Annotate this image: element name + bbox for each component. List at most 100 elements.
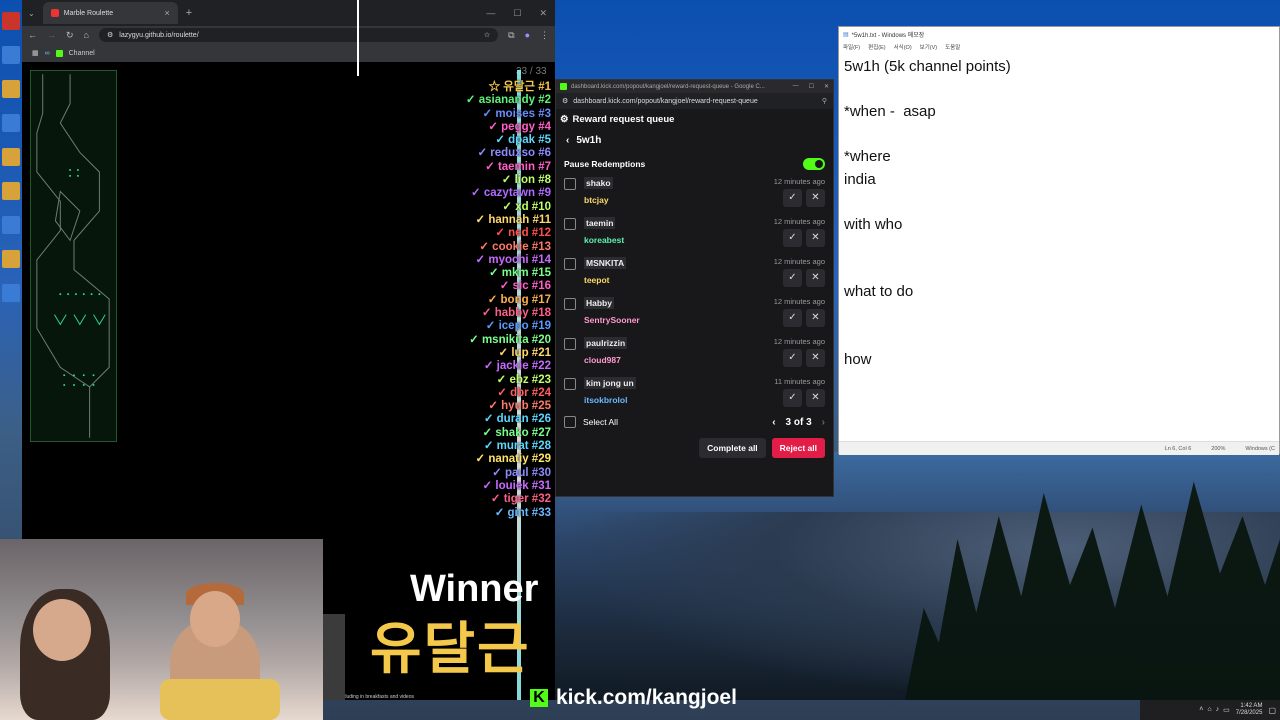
reject-x-icon[interactable]: ✕ (806, 309, 825, 327)
notepad-text-area[interactable]: 5w1h (5k channel points) *when - asap *w… (839, 52, 1279, 441)
ranking-entry: ✓ dpak #5 (495, 134, 551, 147)
redemption-item: MSNKITA 12 minutes ago teepot ✓ ✕ (564, 257, 825, 297)
line-ending: Windows (C (1245, 445, 1275, 452)
menu-icon[interactable]: ⋮ (540, 30, 549, 41)
desktop-shortcut-icon[interactable] (2, 216, 20, 234)
approve-check-icon[interactable]: ✓ (783, 309, 802, 327)
kick-channel-url: kick.com/kangjoel (556, 686, 737, 709)
new-tab-icon[interactable]: + (186, 7, 192, 19)
forward-icon[interactable]: → (47, 30, 56, 40)
redeemer-name[interactable]: koreabest (584, 235, 624, 245)
zoom-icon[interactable]: ⚲ (822, 97, 827, 105)
notification-icon[interactable]: ▢ (1268, 706, 1276, 715)
next-page-icon[interactable]: › (822, 417, 825, 428)
redemption-checkbox[interactable] (564, 258, 576, 270)
reject-x-icon[interactable]: ✕ (806, 349, 825, 367)
apps-grid-icon[interactable]: ▦ (32, 49, 39, 57)
desktop-shortcut-icon[interactable] (2, 12, 20, 30)
redeemer-name[interactable]: SentrySooner (584, 315, 640, 325)
site-info-icon[interactable]: ⚙ (107, 31, 113, 39)
approve-check-icon[interactable]: ✓ (783, 349, 802, 367)
ranking-entry: ✓ moises #3 (482, 107, 551, 120)
bookmarks-bar: ▦ ∞ Channel (22, 44, 555, 62)
desktop-shortcut-icon[interactable] (2, 284, 20, 302)
desktop-shortcut-icon[interactable] (2, 182, 20, 200)
desktop-shortcut-icon[interactable] (2, 114, 20, 132)
battery-icon[interactable]: ▭ (1223, 706, 1230, 714)
close-window-icon[interactable]: ✕ (539, 8, 547, 19)
redeemer-name[interactable]: btcjay (584, 195, 609, 205)
notepad-menu-item[interactable]: 보기(V) (920, 43, 937, 51)
bookmark-channel[interactable]: Channel (69, 50, 95, 57)
ranking-entry: ✓ xd #10 (502, 200, 551, 213)
redemption-checkbox[interactable] (564, 338, 576, 350)
redemption-time: 12 minutes ago (773, 297, 825, 306)
maximize-icon[interactable]: ☐ (513, 8, 521, 19)
reward-url: dashboard.kick.com/popout/kangjoel/rewar… (573, 97, 758, 105)
reward-address-bar[interactable]: ⚙ dashboard.kick.com/popout/kangjoel/rew… (556, 93, 833, 109)
select-all-checkbox[interactable] (564, 416, 576, 428)
bookmark-star-icon[interactable]: ☆ (484, 31, 490, 39)
desktop-shortcut-icon[interactable] (2, 80, 20, 98)
back-chevron-icon[interactable]: ‹ (566, 135, 569, 146)
reject-x-icon[interactable]: ✕ (806, 269, 825, 287)
tab-marble-roulette[interactable]: Marble Roulette × (42, 2, 178, 24)
approve-check-icon[interactable]: ✓ (783, 189, 802, 207)
notepad-menu-item[interactable]: 도움말 (945, 43, 960, 51)
close-tab-icon[interactable]: × (164, 8, 169, 18)
reward-header: ⚙ Reward request queue (556, 109, 833, 129)
desktop-shortcut-icon[interactable] (2, 148, 20, 166)
minimize-icon[interactable]: — (793, 83, 799, 90)
desktop-shortcut-icon[interactable] (2, 250, 20, 268)
redemption-checkbox[interactable] (564, 178, 576, 190)
ranking-entry: ✓ murat #28 (483, 440, 551, 453)
close-window-icon[interactable]: ✕ (824, 83, 829, 90)
cursor-position: Ln 6, Col 6 (1164, 445, 1192, 452)
ranking-entry: ✓ reduxso #6 (477, 147, 551, 160)
zoom-level: 200% (1211, 445, 1226, 452)
back-icon[interactable]: ← (28, 30, 37, 40)
redeemer-name[interactable]: cloud987 (584, 355, 621, 365)
food-tray (160, 679, 280, 720)
address-bar[interactable]: ⚙ lazygyu.github.io/roulette/ ☆ (98, 28, 499, 42)
ranking-entry: ✓ duran #26 (483, 413, 551, 426)
redemption-input: taemin (584, 217, 616, 229)
site-info-icon: ⚙ (562, 98, 569, 105)
reward-window-title: dashboard.kick.com/popout/kangjoel/rewar… (571, 83, 765, 90)
tray-chevron-icon[interactable]: ˄ (1199, 706, 1203, 714)
redeemer-name[interactable]: itsokbrolol (584, 395, 627, 405)
minimize-icon[interactable]: — (486, 8, 495, 19)
redemption-checkbox[interactable] (564, 298, 576, 310)
network-icon[interactable]: ⌂ (1207, 706, 1211, 714)
home-icon[interactable]: ⌂ (84, 30, 89, 40)
desktop-shortcut-icon[interactable] (2, 46, 20, 64)
pause-toggle[interactable] (803, 158, 825, 170)
extensions-icon[interactable]: ⧉ (508, 30, 514, 41)
volume-icon[interactable]: ♪ (1216, 706, 1220, 714)
roulette-minimap (30, 70, 117, 442)
notepad-menu-item[interactable]: 파일(F) (843, 43, 860, 51)
notepad-icon: ▤ (843, 31, 849, 38)
notepad-menu-item[interactable]: 편집(E) (868, 43, 885, 51)
redemption-checkbox[interactable] (564, 218, 576, 230)
profile-icon[interactable]: ● (525, 30, 530, 40)
prev-page-icon[interactable]: ‹ (772, 417, 775, 428)
reject-x-icon[interactable]: ✕ (806, 389, 825, 407)
approve-check-icon[interactable]: ✓ (783, 269, 802, 287)
reject-x-icon[interactable]: ✕ (806, 229, 825, 247)
complete-all-button[interactable]: Complete all (699, 438, 766, 458)
approve-check-icon[interactable]: ✓ (783, 389, 802, 407)
redemption-checkbox[interactable] (564, 378, 576, 390)
reject-all-button[interactable]: Reject all (771, 438, 825, 458)
maximize-icon[interactable]: ☐ (809, 83, 814, 90)
system-clock[interactable]: 1:42 AM 7/28/2025 (1236, 703, 1263, 717)
reload-icon[interactable]: ↻ (66, 30, 74, 41)
url-text: lazygyu.github.io/roulette/ (119, 31, 199, 39)
reward-subheader[interactable]: ‹ 5w1h (556, 129, 833, 151)
ranking-entry: ✓ cazytawn #9 (471, 187, 551, 200)
redeemer-name[interactable]: teepot (584, 275, 610, 285)
notepad-menu-item[interactable]: 서식(O) (894, 43, 912, 51)
approve-check-icon[interactable]: ✓ (783, 229, 802, 247)
tab-search-icon[interactable]: ⌄ (28, 9, 35, 18)
reject-x-icon[interactable]: ✕ (806, 189, 825, 207)
